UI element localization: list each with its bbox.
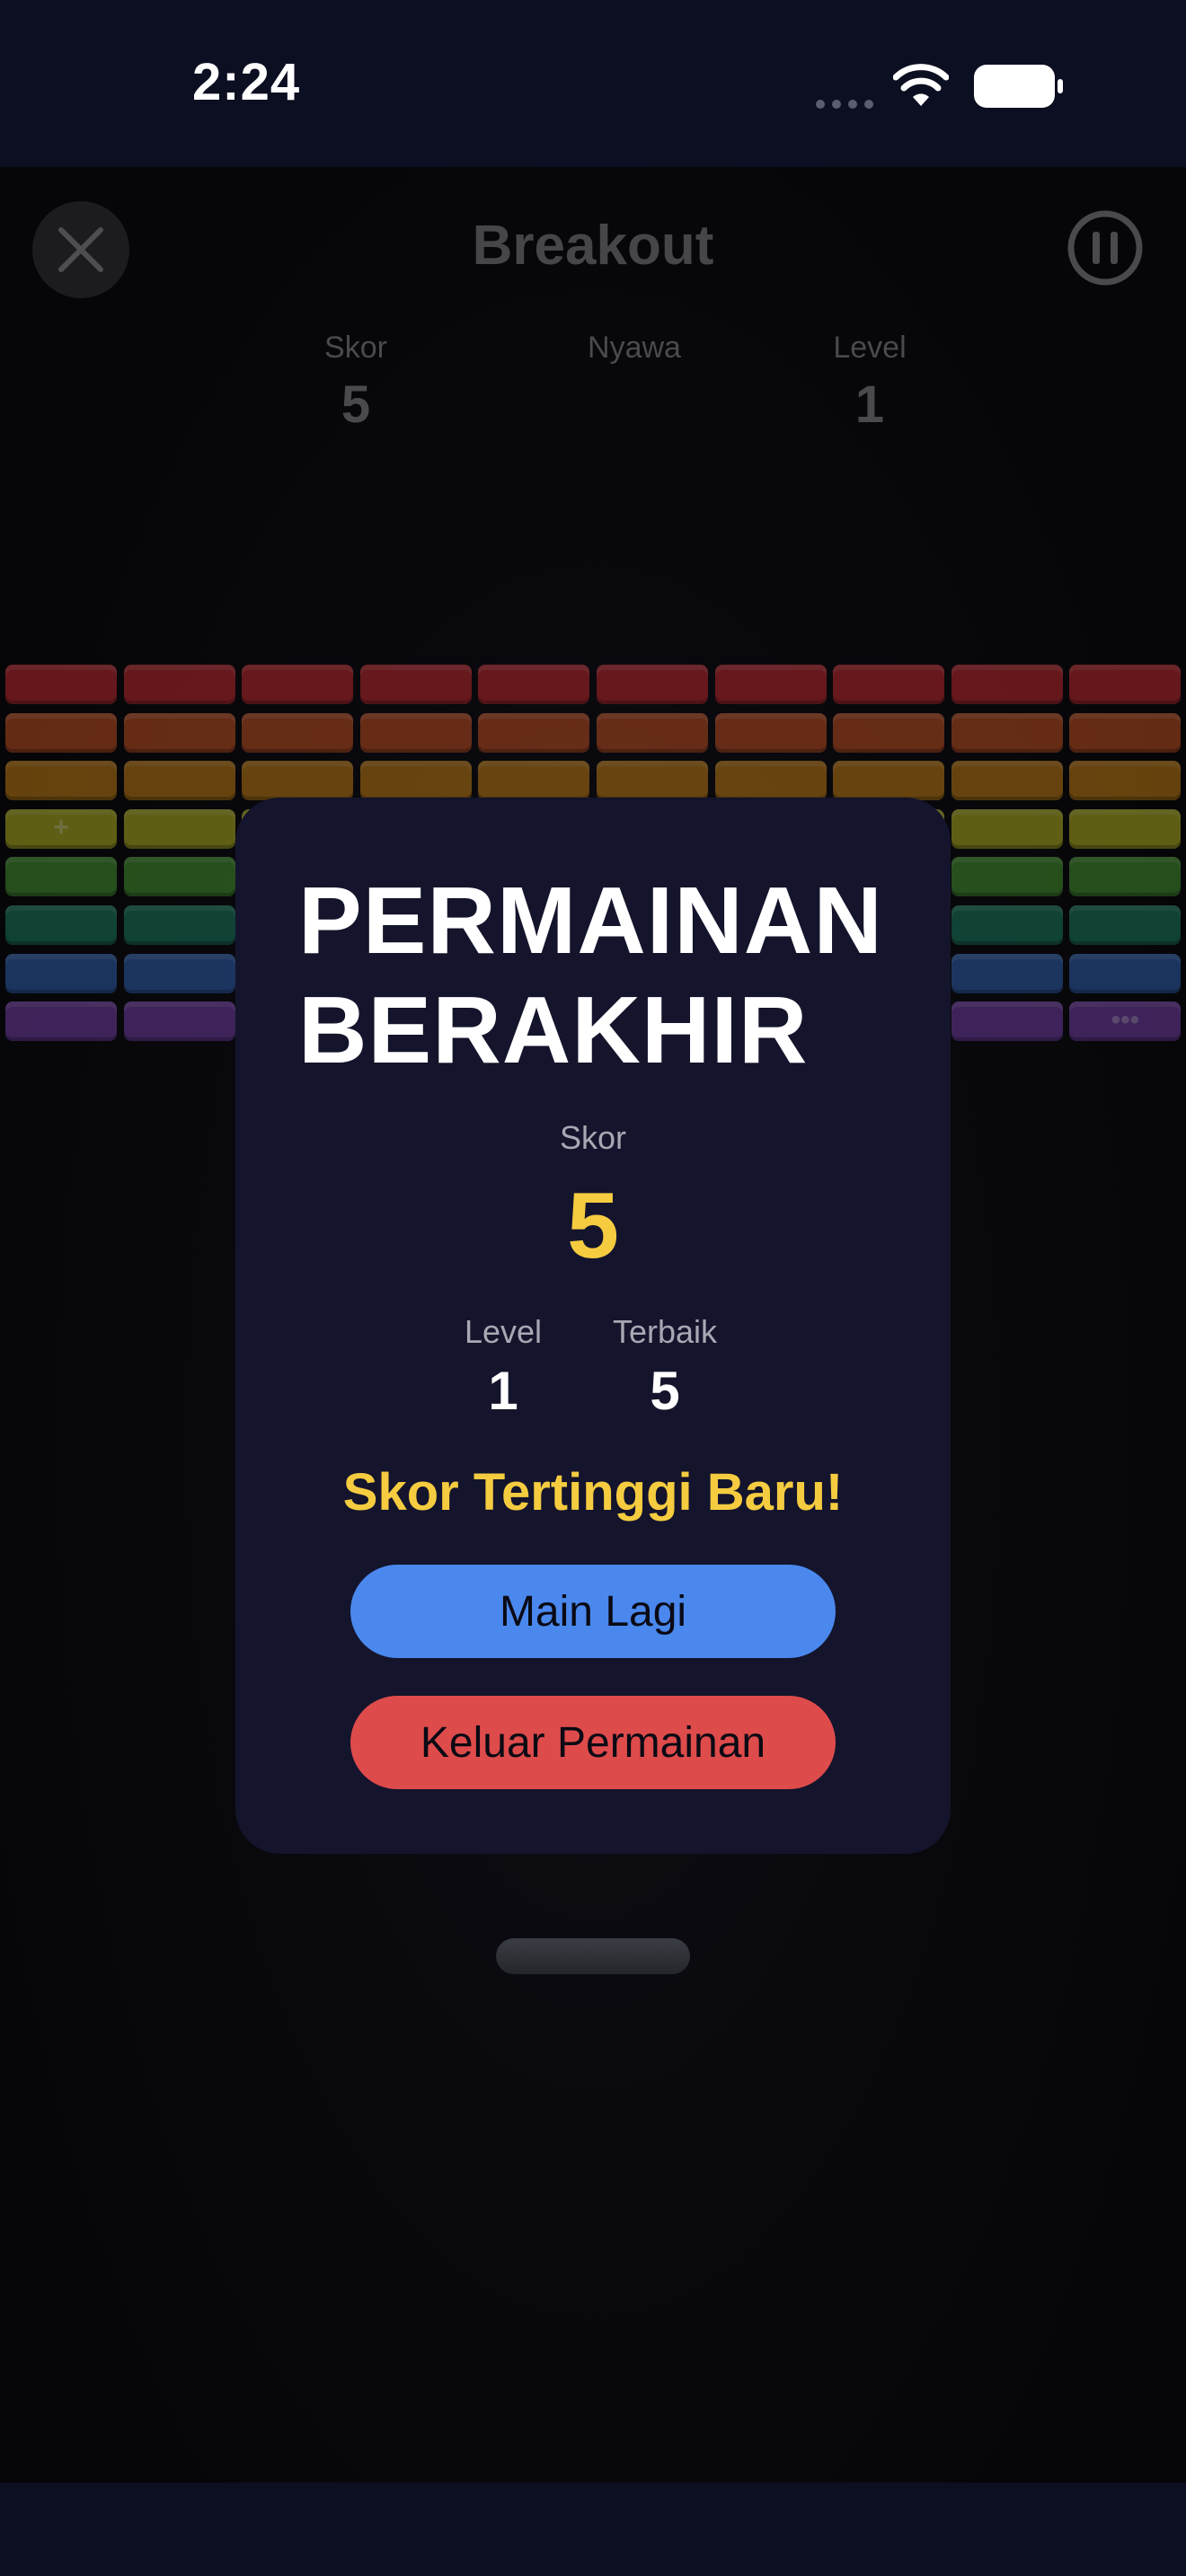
new-highscore-banner: Skor Tertinggi Baru! [342, 1463, 844, 1522]
brick [951, 1001, 1063, 1042]
brick [1069, 905, 1182, 945]
brick [5, 953, 117, 993]
hud-level-label: Level [833, 331, 907, 365]
brick [123, 905, 235, 945]
brick [1069, 665, 1182, 704]
brick [123, 712, 235, 753]
powerup-icon: + [53, 812, 69, 842]
hud-lives: Nyawa [527, 331, 742, 375]
brick [714, 761, 827, 801]
brick [1069, 761, 1182, 801]
hud-score-label: Skor [324, 331, 387, 365]
pause-icon [1067, 210, 1143, 286]
brick [242, 761, 354, 801]
brick [1069, 712, 1182, 753]
brick [5, 665, 117, 704]
brick [478, 665, 590, 704]
brick [123, 808, 235, 849]
brick [123, 857, 235, 897]
brick [359, 712, 472, 753]
brick [5, 905, 117, 945]
quit-game-button[interactable]: Keluar Permainan [350, 1696, 836, 1789]
game-title: Breakout [472, 215, 714, 277]
brick [951, 905, 1063, 945]
brick [951, 808, 1063, 849]
powerup-icon: ••• [1111, 1005, 1140, 1036]
brick [478, 712, 590, 753]
brick [833, 712, 945, 753]
brick [5, 1001, 117, 1042]
brick [1069, 808, 1182, 849]
hud-lives-label: Nyawa [588, 331, 681, 365]
hud-score-value: 5 [341, 375, 371, 434]
play-again-button[interactable]: Main Lagi [350, 1565, 836, 1658]
brick [123, 761, 235, 801]
brick [1069, 953, 1182, 993]
paddle[interactable] [496, 1938, 690, 1974]
brick [242, 665, 354, 704]
wifi-icon [893, 64, 949, 106]
brick [597, 761, 708, 801]
game-over-title: PERMAINAN BERAKHIR [298, 866, 927, 1085]
status-time: 2:24 [192, 53, 301, 111]
final-level-value: 1 [488, 1361, 518, 1421]
brick: + [5, 808, 117, 849]
brick [359, 761, 472, 801]
brick [833, 761, 945, 801]
final-level: Level 1 [413, 1313, 593, 1422]
brick [597, 665, 708, 704]
brick [714, 712, 827, 753]
best-score: Terbaik 5 [575, 1313, 755, 1422]
final-score-value: 5 [567, 1174, 619, 1278]
hud-level-value: 1 [854, 375, 885, 434]
brick [478, 761, 590, 801]
brick [951, 761, 1063, 801]
best-score-label: Terbaik [612, 1313, 718, 1350]
hud-level: Level 1 [762, 331, 978, 435]
hud-score: Skor 5 [248, 331, 464, 435]
brick [5, 712, 117, 753]
pause-button[interactable] [1066, 208, 1145, 287]
home-indicator-area [0, 2483, 1186, 2576]
brick [714, 665, 827, 704]
best-score-value: 5 [650, 1361, 680, 1421]
brick [951, 712, 1063, 753]
brick [5, 761, 117, 801]
brick: ••• [1069, 1001, 1182, 1042]
brick [951, 953, 1063, 993]
final-score-label: Skor [559, 1119, 627, 1156]
game-over-title-line2: BERAKHIR [298, 977, 809, 1083]
brick [597, 712, 708, 753]
brick [1069, 857, 1182, 897]
status-bar: 2:24 [0, 0, 1186, 167]
final-level-label: Level [464, 1313, 543, 1350]
brick [833, 665, 945, 704]
brick [951, 665, 1063, 704]
brick [359, 665, 472, 704]
brick [242, 712, 354, 753]
brick [5, 857, 117, 897]
brick [123, 665, 235, 704]
brick [123, 1001, 235, 1042]
game-over-title-line1: PERMAINAN [298, 868, 883, 974]
brick [951, 857, 1063, 897]
game-over-dialog: PERMAINAN BERAKHIR Skor 5 Level 1 Terbai… [235, 798, 951, 1854]
battery-icon [974, 65, 1063, 108]
brick [123, 953, 235, 993]
